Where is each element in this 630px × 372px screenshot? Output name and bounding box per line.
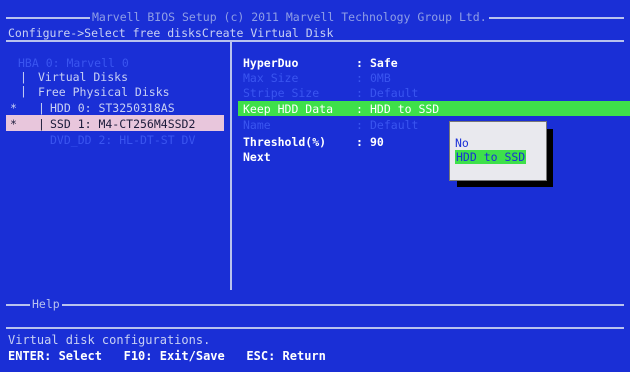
tree-item-virtual-disks[interactable]: Virtual Disks — [38, 70, 128, 84]
bios-screen: Marvell BIOS Setup (c) 2011 Marvell Tech… — [0, 0, 630, 372]
setting-value-keep-hdd-data[interactable]: HDD to SSD — [370, 102, 439, 116]
setting-value-max-size: 0MB — [370, 71, 391, 85]
tree-item-dvd2[interactable]: DVD_DD 2: HL-DT-ST DV — [50, 133, 195, 147]
breadcrumb: Configure->Select free disksCreate Virtu… — [8, 26, 334, 40]
setting-value-threshold[interactable]: 90 — [370, 135, 384, 149]
help-text: Virtual disk configurations. — [8, 333, 211, 347]
tree-item-ssd1[interactable]: SSD 1: M4-CT256M4SSD2 — [50, 117, 195, 131]
keep-hdd-data-popup: No HDD to SSD — [449, 121, 547, 181]
setting-value-name: Default — [370, 118, 419, 132]
pane-divider — [230, 40, 232, 290]
disk-selected-marker: * — [10, 117, 17, 131]
tree-connector: | — [20, 84, 27, 98]
key-hints: ENTER: Select F10: Exit/Save ESC: Return — [8, 349, 326, 363]
tree-connector: | — [38, 117, 45, 131]
setting-value-stripe-size: Default — [370, 86, 419, 100]
setting-label-name: Name — [243, 118, 271, 132]
setting-sep: : — [356, 135, 363, 149]
popup-option-hdd-to-ssd[interactable]: HDD to SSD — [455, 150, 527, 164]
setting-sep: : — [356, 118, 363, 132]
setting-value-hyperduo[interactable]: Safe — [370, 56, 398, 70]
setting-label-max-size: Max Size — [243, 71, 299, 85]
setting-sep: : — [356, 71, 363, 85]
header-divider — [6, 40, 624, 42]
help-frame-line — [6, 304, 624, 306]
tree-item-free-physical-disks[interactable]: Free Physical Disks — [38, 85, 170, 99]
help-title: Help — [30, 297, 62, 311]
setting-sep: : — [356, 102, 363, 116]
setting-label-threshold[interactable]: Threshold(%) — [243, 135, 326, 149]
disk-selected-marker: * — [10, 101, 17, 115]
setting-sep: : — [356, 56, 363, 70]
tree-connector: | — [20, 70, 27, 84]
tree-item-hdd0[interactable]: HDD 0: ST3250318AS — [50, 101, 175, 115]
footer-divider — [6, 327, 624, 329]
setting-label-stripe-size: Stripe Size — [243, 86, 320, 100]
tree-connector: | — [38, 101, 45, 115]
bios-title: Marvell BIOS Setup (c) 2011 Marvell Tech… — [90, 10, 489, 24]
setting-label-keep-hdd-data[interactable]: Keep HDD Data — [243, 102, 333, 116]
tree-root-hba[interactable]: HBA 0: Marvell 0 — [18, 56, 129, 70]
next-button[interactable]: Next — [243, 150, 271, 164]
setting-sep: : — [356, 86, 363, 100]
popup-option-no[interactable]: No — [455, 136, 469, 150]
setting-label-hyperduo[interactable]: HyperDuo — [243, 56, 298, 70]
